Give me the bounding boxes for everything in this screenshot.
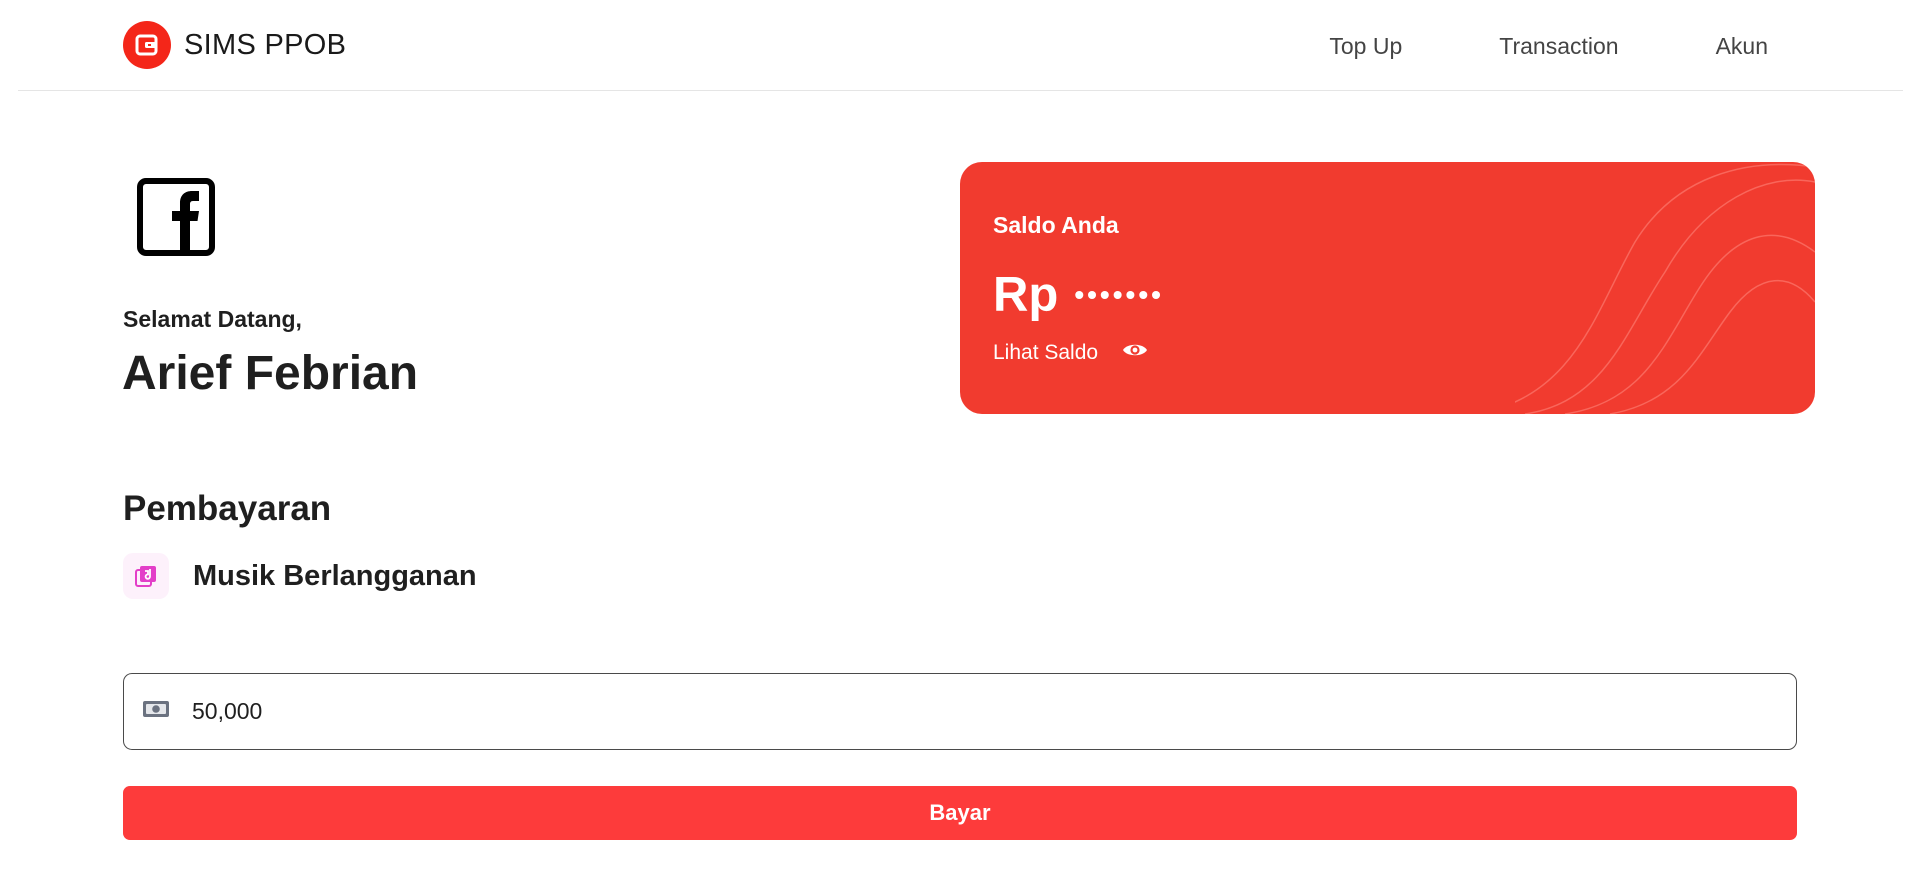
nav-transaction[interactable]: Transaction xyxy=(1499,33,1618,60)
main-nav: Top Up Transaction Akun xyxy=(1232,33,1768,60)
amount-input[interactable] xyxy=(192,698,1692,725)
amount-field[interactable] xyxy=(123,673,1797,750)
payment-title: Pembayaran xyxy=(123,489,332,528)
show-balance-toggle[interactable]: Lihat Saldo xyxy=(993,341,1148,365)
balance-card: Saldo Anda Rp ••••••• Lihat Saldo xyxy=(960,162,1815,414)
selected-service: Musik Berlangganan xyxy=(123,553,477,599)
card-wave-decoration xyxy=(1515,163,1815,414)
nav-topup[interactable]: Top Up xyxy=(1329,33,1402,60)
eye-icon[interactable] xyxy=(1122,341,1148,365)
balance-amount: Rp ••••••• xyxy=(993,267,1164,323)
currency-label: Rp xyxy=(993,268,1059,322)
brand-name: SIMS PPOB xyxy=(184,28,347,61)
show-balance-label: Lihat Saldo xyxy=(993,341,1099,364)
nav-akun[interactable]: Akun xyxy=(1716,33,1768,60)
facebook-icon xyxy=(136,177,216,257)
user-name: Arief Febrian xyxy=(122,347,419,400)
masked-balance: ••••••• xyxy=(1074,279,1164,310)
page: SIMS PPOB Top Up Transaction Akun Selama… xyxy=(0,0,1920,877)
music-icon xyxy=(123,553,169,599)
welcome-text: Selamat Datang, xyxy=(123,306,302,332)
balance-label: Saldo Anda xyxy=(993,212,1119,238)
wallet-logo-icon xyxy=(123,21,171,69)
pay-button[interactable]: Bayar xyxy=(123,786,1797,840)
service-name: Musik Berlangganan xyxy=(193,559,477,592)
navbar: SIMS PPOB Top Up Transaction Akun xyxy=(18,0,1903,91)
brand[interactable]: SIMS PPOB xyxy=(123,21,346,69)
money-icon xyxy=(142,700,170,723)
